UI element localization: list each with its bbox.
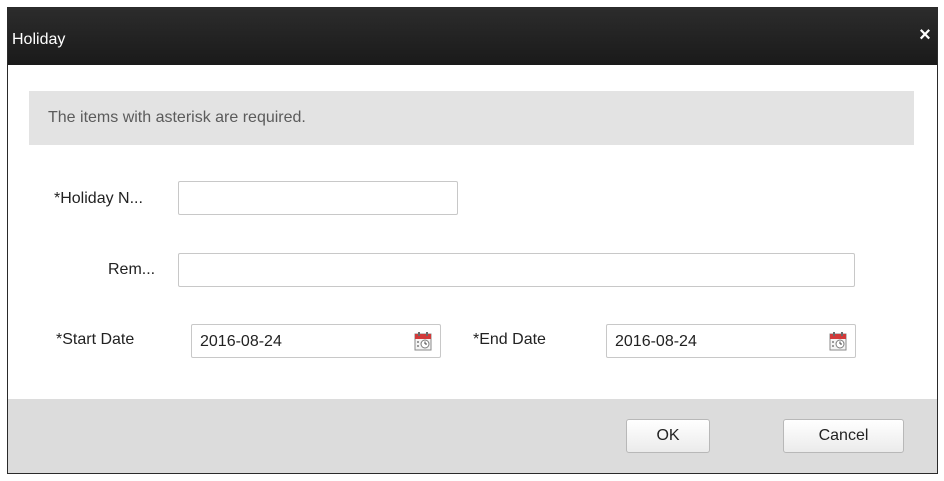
cancel-button[interactable]: Cancel <box>783 419 904 453</box>
required-notice: The items with asterisk are required. <box>29 91 914 145</box>
required-notice-text: The items with asterisk are required. <box>48 109 306 126</box>
calendar-icon[interactable] <box>414 331 432 351</box>
calendar-icon[interactable] <box>829 331 847 351</box>
dialog-title: Holiday <box>12 31 66 48</box>
close-icon[interactable]: × <box>915 25 935 45</box>
end-date-value: 2016-08-24 <box>615 333 697 350</box>
ok-button[interactable]: OK <box>626 419 710 453</box>
holiday-dialog: Holiday × The items with asterisk are re… <box>7 7 938 474</box>
holiday-name-input[interactable] <box>178 181 458 215</box>
holiday-name-label: *Holiday N... <box>54 190 143 207</box>
end-date-label: *End Date <box>473 331 546 348</box>
remark-label: Rem... <box>108 261 156 278</box>
end-date-field[interactable]: 2016-08-24 <box>606 324 856 358</box>
start-date-field[interactable]: 2016-08-24 <box>191 324 441 358</box>
remark-input[interactable] <box>178 253 855 287</box>
dialog-titlebar[interactable]: Holiday × <box>8 8 937 65</box>
start-date-value: 2016-08-24 <box>200 333 282 350</box>
start-date-label: *Start Date <box>56 331 135 348</box>
dialog-footer: OK Cancel <box>8 399 937 473</box>
